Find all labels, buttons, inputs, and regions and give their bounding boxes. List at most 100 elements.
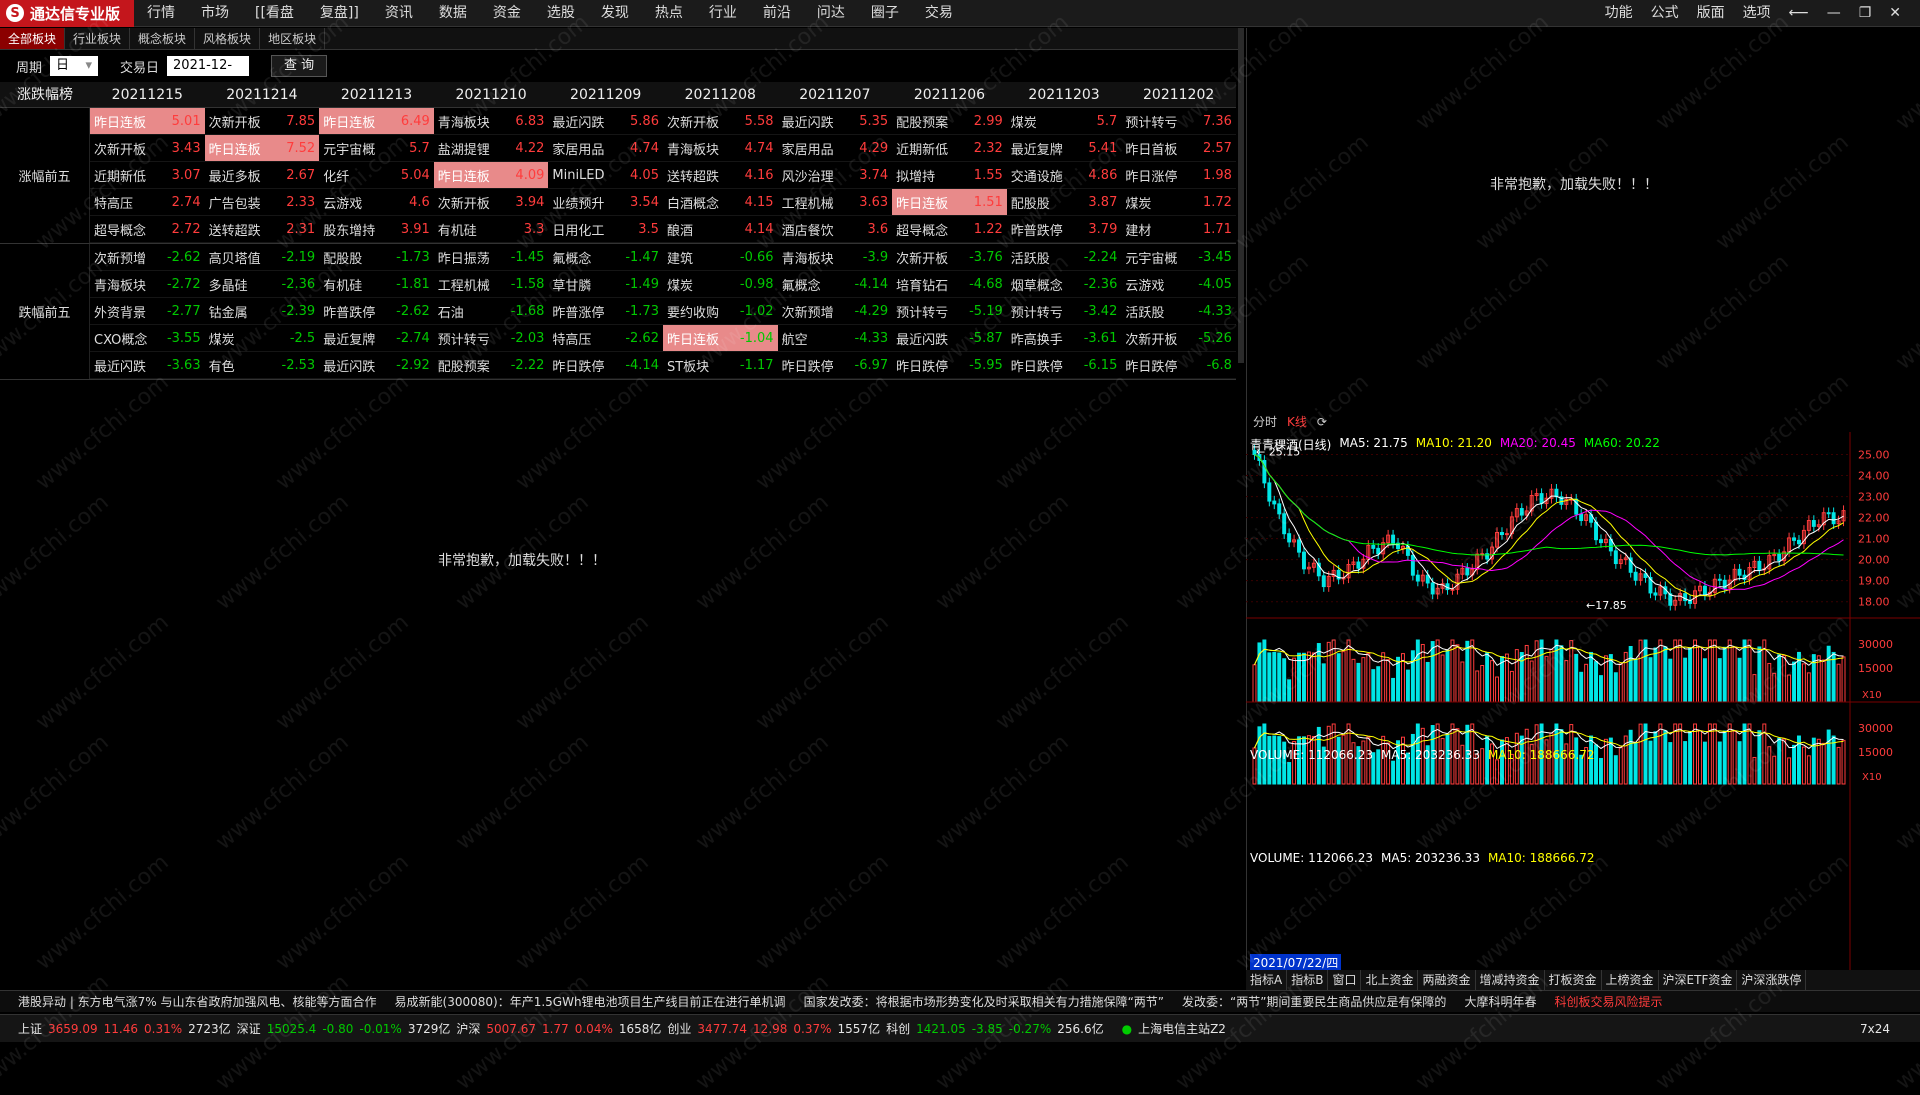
sector-cell[interactable]: 云游戏 -4.05 [1121, 271, 1236, 298]
sector-cell[interactable]: 昨日连板 6.49 [319, 108, 434, 135]
period-select[interactable]: 日 ▾ [50, 56, 99, 76]
menu-item[interactable]: [[看盘 [242, 0, 307, 27]
menu-item[interactable]: 复盘]] [307, 0, 372, 27]
sector-cell[interactable]: 青海板块 6.83 [433, 108, 549, 135]
sector-cell[interactable]: 最近多板 2.67 [204, 162, 320, 189]
menu-item[interactable]: 行情 [134, 0, 188, 27]
sector-cell[interactable]: 昨日跌停 -6.97 [777, 352, 893, 379]
sector-cell[interactable]: 要约收购 -1.02 [662, 298, 778, 325]
sector-cell[interactable]: 特高压 -2.62 [548, 325, 663, 352]
sector-cell[interactable]: 盐湖提锂 4.22 [433, 135, 549, 162]
news-clock[interactable]: 7x24 [1860, 1022, 1890, 1036]
news-item[interactable]: 国家发改委：将根据市场形势变化及时采取相关有力措施保障“两节” [804, 993, 1164, 1010]
sector-cell[interactable]: 配股股 3.87 [1006, 189, 1122, 216]
sector-cell[interactable]: 配股股 -1.73 [319, 244, 434, 271]
indicator-tab[interactable]: 增减持资金 [1476, 970, 1545, 990]
menu-item[interactable]: 资讯 [372, 0, 426, 27]
sector-cell[interactable]: 超导概念 1.22 [892, 216, 1007, 243]
sector-cell[interactable]: 云游戏 4.6 [319, 189, 434, 216]
tab-kline[interactable]: K线 [1282, 412, 1312, 432]
sector-cell[interactable]: 最近闪跌 -2.92 [319, 352, 434, 379]
sector-cell[interactable]: 昨普跌停 -2.62 [319, 298, 434, 325]
sector-cell[interactable]: 昨普跌停 3.79 [1006, 216, 1122, 243]
sector-cell[interactable]: 多晶硅 -2.36 [204, 271, 320, 298]
sector-cell[interactable]: 近期新低 3.07 [90, 162, 205, 189]
sector-cell[interactable]: 配股预案 2.99 [892, 108, 1007, 135]
sector-cell[interactable]: 石油 -1.68 [433, 298, 549, 325]
date-column-header[interactable]: 20211202 [1121, 82, 1236, 107]
indicator-tab[interactable]: 北上资金 [1361, 970, 1419, 990]
sector-cell[interactable]: 拟增持 1.55 [892, 162, 1007, 189]
sector-tab[interactable]: 风格板块 [195, 28, 261, 49]
sector-cell[interactable]: 白酒概念 4.15 [662, 189, 778, 216]
right-menu-item[interactable]: 公式 [1642, 0, 1688, 27]
sector-cell[interactable]: 次新开板 -3.76 [892, 244, 1007, 271]
app-logo[interactable]: S 通达信专业版 [0, 0, 134, 27]
menu-item[interactable]: 资金 [480, 0, 534, 27]
sector-cell[interactable]: 股东增持 3.91 [319, 216, 434, 243]
sector-tab[interactable]: 全部板块 [0, 28, 66, 49]
sector-cell[interactable]: 煤炭 -0.98 [662, 271, 778, 298]
sector-cell[interactable]: 昨普涨停 -1.73 [548, 298, 663, 325]
sector-cell[interactable]: 酿酒 4.14 [662, 216, 778, 243]
sector-tab[interactable]: 概念板块 [130, 28, 196, 49]
sector-cell[interactable]: 昨日连板 -1.04 [662, 325, 778, 352]
date-column-header[interactable]: 20211213 [319, 82, 434, 107]
kc-name[interactable]: 科创 [886, 1020, 910, 1037]
news-item[interactable]: 大摩科明年春 [1464, 993, 1536, 1010]
sector-cell[interactable]: 烟草概念 -2.36 [1006, 271, 1122, 298]
sector-cell[interactable]: 送转超跌 4.16 [662, 162, 778, 189]
sector-cell[interactable]: 昨日跌停 -6.8 [1121, 352, 1236, 379]
sector-cell[interactable]: 建材 1.71 [1121, 216, 1236, 243]
minimize-icon[interactable]: — [1818, 0, 1850, 27]
sector-cell[interactable]: 次新预增 -4.29 [777, 298, 893, 325]
date-column-header[interactable]: 20211208 [663, 82, 778, 107]
sector-cell[interactable]: 活跃股 -4.33 [1121, 298, 1236, 325]
sector-cell[interactable]: 次新开板 3.43 [90, 135, 205, 162]
sector-cell[interactable]: 次新预增 -2.62 [90, 244, 205, 271]
sector-cell[interactable]: 培育钻石 -4.68 [892, 271, 1007, 298]
sector-cell[interactable]: 最近闪跌 5.86 [548, 108, 663, 135]
sector-cell[interactable]: 昨日连板 4.09 [433, 162, 549, 189]
sector-cell[interactable]: 煤炭 -2.5 [204, 325, 320, 352]
right-menu-item[interactable]: 功能 [1596, 0, 1642, 27]
vertical-scrollbar[interactable] [1238, 28, 1244, 363]
indicator-tab[interactable]: 上榜资金 [1602, 970, 1659, 990]
indicator-tab[interactable]: 沪深涨跌停 [1737, 970, 1807, 990]
sector-cell[interactable]: ST板块 -1.17 [662, 352, 778, 379]
news-item[interactable]: 港股异动 | 东方电气涨7% 与山东省政府加强风电、核能等方面合作 [18, 993, 377, 1010]
menu-item[interactable]: 市场 [188, 0, 242, 27]
sector-cell[interactable]: CXO概念 -3.55 [90, 325, 205, 352]
sector-cell[interactable]: 有色 -2.53 [204, 352, 320, 379]
sector-cell[interactable]: 近期新低 2.32 [892, 135, 1007, 162]
news-item[interactable]: 科创板交易风险提示 [1554, 993, 1662, 1010]
sector-cell[interactable]: 昨日跌停 -5.95 [892, 352, 1007, 379]
cy-name[interactable]: 创业 [667, 1020, 691, 1037]
sector-cell[interactable]: 酒店餐饮 3.6 [777, 216, 893, 243]
news-item[interactable]: 发改委：“两节”期间重要民生商品供应是有保障的 [1182, 993, 1446, 1010]
sector-cell[interactable]: 青海板块 -3.9 [777, 244, 893, 271]
sector-cell[interactable]: 昨日首板 2.57 [1121, 135, 1236, 162]
sector-cell[interactable]: 特高压 2.74 [90, 189, 205, 216]
sector-cell[interactable]: 昨日连板 5.01 [90, 108, 205, 135]
sector-cell[interactable]: 氟概念 -4.14 [777, 271, 893, 298]
date-column-header[interactable]: 20211210 [434, 82, 549, 107]
sector-tab[interactable]: 地区板块 [260, 28, 326, 49]
sector-cell[interactable]: MiniLED 4.05 [548, 162, 663, 189]
sector-cell[interactable]: 预计转亏 7.36 [1121, 108, 1236, 135]
sector-cell[interactable]: 最近闪跌 -5.87 [892, 325, 1007, 352]
sector-cell[interactable]: 最近复牌 -2.74 [319, 325, 434, 352]
menu-item[interactable]: 交易 [912, 0, 966, 27]
sector-cell[interactable]: 昨日涨停 1.98 [1121, 162, 1236, 189]
sector-cell[interactable]: 青海板块 -2.72 [90, 271, 205, 298]
sector-cell[interactable]: 元宇宙概 -3.45 [1121, 244, 1236, 271]
sector-cell[interactable]: 业绩预升 3.54 [548, 189, 663, 216]
sector-cell[interactable]: 工程机械 -1.58 [433, 271, 549, 298]
sector-cell[interactable]: 昨日连板 7.52 [204, 135, 320, 162]
news-item[interactable]: 易成新能(300080)：年产1.5GWh锂电池项目生产线目前正在进行单机调 [395, 993, 786, 1010]
sector-cell[interactable]: 煤炭 1.72 [1121, 189, 1236, 216]
sector-cell[interactable]: 最近复牌 5.41 [1006, 135, 1122, 162]
indicator-tab[interactable]: 沪深ETF资金 [1659, 970, 1738, 990]
sz-name[interactable]: 深证 [237, 1020, 261, 1037]
sector-cell[interactable]: 家居用品 4.74 [548, 135, 663, 162]
